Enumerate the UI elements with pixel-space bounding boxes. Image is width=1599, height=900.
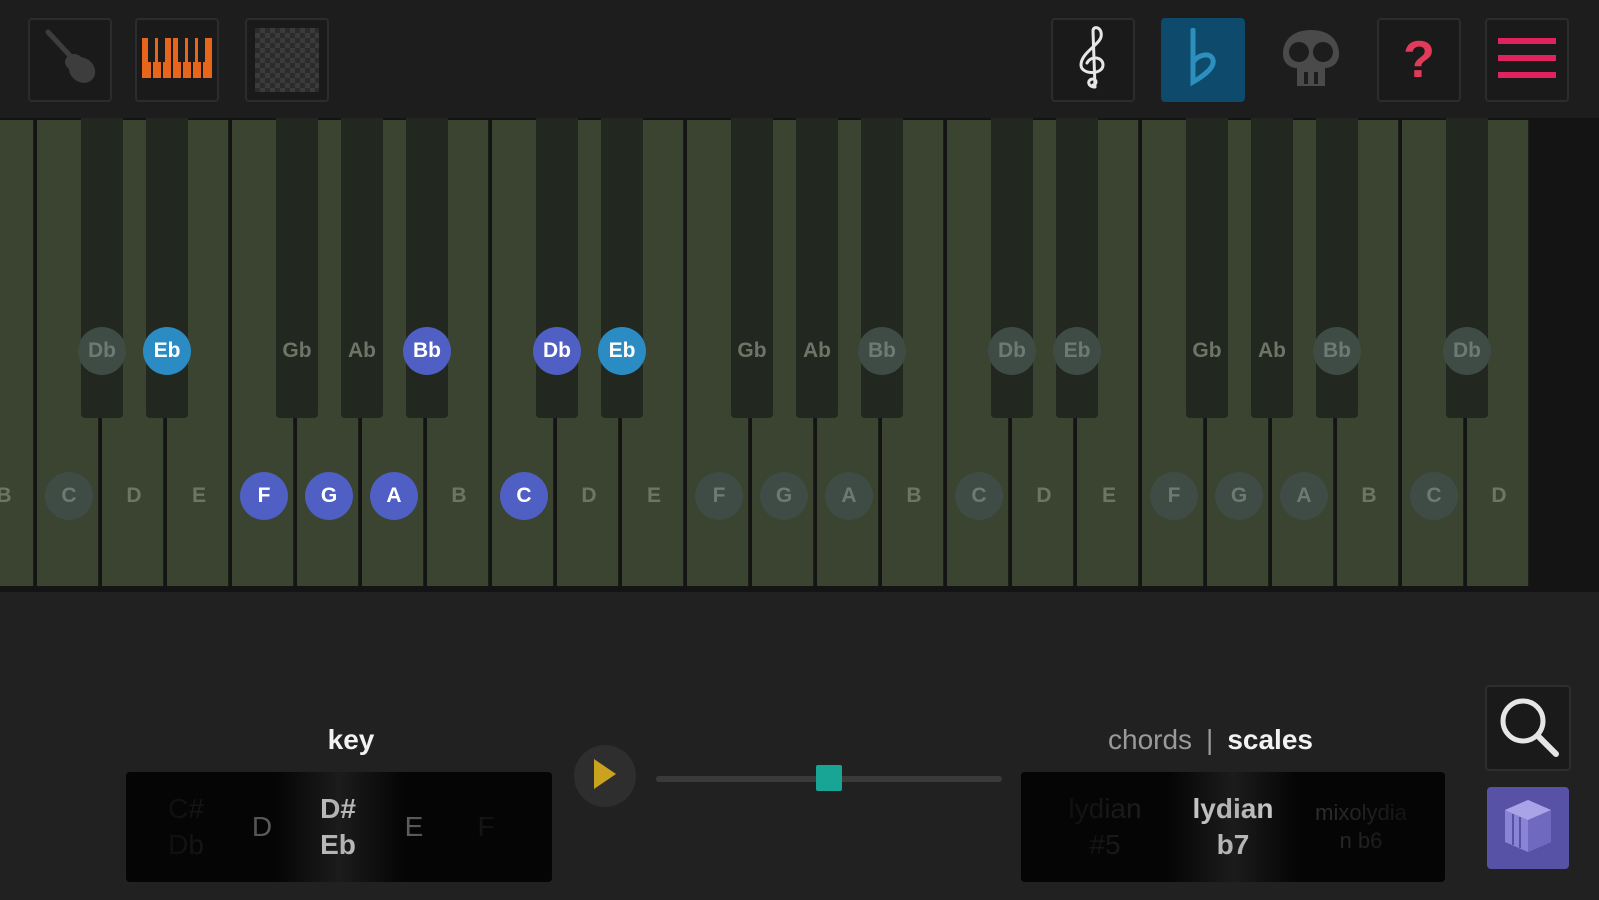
piano-view-button[interactable] bbox=[135, 18, 219, 102]
tab-chords[interactable]: chords bbox=[1108, 724, 1192, 755]
note-label-bb: Bb bbox=[858, 327, 906, 375]
note-label-d: D bbox=[1036, 484, 1052, 507]
tab-separator: | bbox=[1206, 724, 1214, 755]
help-button[interactable]: ? bbox=[1377, 18, 1461, 102]
hamburger-menu-icon bbox=[1498, 36, 1556, 85]
note-label-db: Db bbox=[533, 327, 581, 375]
note-label-a: A bbox=[825, 472, 873, 520]
piano-keyboard[interactable]: BbDbEbGbAbBbDbEbGbAbBbDbEbGbAbBbDbBCDEFG… bbox=[0, 118, 1599, 592]
note-label-db: Db bbox=[988, 327, 1036, 375]
guitar-view-button[interactable] bbox=[28, 18, 112, 102]
app-root: ? BbDbEbGbAbBbDbEbGbAbBbDbEbGbAbBbDbBCDE… bbox=[0, 0, 1599, 900]
piano-icon bbox=[142, 37, 212, 83]
skull-icon bbox=[1279, 26, 1343, 95]
note-label-eb: Eb bbox=[598, 327, 646, 375]
cube-button[interactable] bbox=[1487, 787, 1569, 869]
picker-shade bbox=[126, 772, 552, 882]
note-label-c: C bbox=[1410, 472, 1458, 520]
note-label-g: G bbox=[305, 472, 353, 520]
search-button[interactable] bbox=[1485, 685, 1571, 771]
cube-icon bbox=[1503, 798, 1553, 859]
grid-view-button[interactable] bbox=[245, 18, 329, 102]
checkerboard-icon bbox=[255, 28, 319, 92]
note-label-d: D bbox=[581, 484, 597, 507]
note-label-b: B bbox=[1361, 484, 1377, 507]
note-label-db: Db bbox=[78, 327, 126, 375]
note-label-ab: Ab bbox=[1258, 339, 1286, 362]
note-label-c: C bbox=[500, 472, 548, 520]
note-label-g: G bbox=[1215, 472, 1263, 520]
question-icon: ? bbox=[1403, 31, 1435, 89]
note-label-b: B bbox=[906, 484, 922, 507]
note-label-eb: Eb bbox=[1053, 327, 1101, 375]
treble-clef-icon bbox=[1073, 25, 1113, 96]
note-label-f: F bbox=[240, 472, 288, 520]
flat-icon bbox=[1183, 27, 1223, 93]
skull-button[interactable] bbox=[1269, 18, 1353, 102]
search-icon bbox=[1496, 694, 1560, 763]
note-label-c: C bbox=[955, 472, 1003, 520]
flat-button[interactable] bbox=[1161, 18, 1245, 102]
slider-thumb[interactable] bbox=[816, 765, 842, 791]
note-label-e: E bbox=[191, 484, 206, 507]
note-label-d: D bbox=[1491, 484, 1507, 507]
note-label-bb: Bb bbox=[403, 327, 451, 375]
key-label: key bbox=[327, 724, 375, 755]
play-icon bbox=[592, 757, 618, 796]
mode-tabs: chords | scales bbox=[1108, 724, 1358, 756]
tempo-slider[interactable] bbox=[656, 765, 1002, 791]
slider-fill bbox=[656, 776, 829, 782]
note-label-gb: Gb bbox=[737, 339, 767, 362]
note-label-g: G bbox=[760, 472, 808, 520]
scale-picker[interactable]: lydian#5lydianb7mixolydian b6 bbox=[1021, 772, 1445, 882]
note-label-f: F bbox=[695, 472, 743, 520]
note-label-ab: Ab bbox=[803, 339, 831, 362]
note-label-a: A bbox=[1280, 472, 1328, 520]
note-label-gb: Gb bbox=[282, 339, 312, 362]
note-label-c: C bbox=[45, 472, 93, 520]
note-label-e: E bbox=[1101, 484, 1116, 507]
note-label-a: A bbox=[370, 472, 418, 520]
note-label-eb: Eb bbox=[143, 327, 191, 375]
note-label-db: Db bbox=[1443, 327, 1491, 375]
key-picker[interactable]: C#DbDD#EbEF bbox=[126, 772, 552, 882]
menu-button[interactable] bbox=[1485, 18, 1569, 102]
play-button[interactable] bbox=[574, 745, 636, 807]
note-label-gb: Gb bbox=[1192, 339, 1222, 362]
note-label-d: D bbox=[126, 484, 142, 507]
note-label-e: E bbox=[646, 484, 661, 507]
note-label-b: B bbox=[451, 484, 467, 507]
note-label-bb: Bb bbox=[1313, 327, 1361, 375]
top-toolbar: ? bbox=[0, 0, 1599, 118]
guitar-icon bbox=[38, 26, 102, 95]
note-label-ab: Ab bbox=[348, 339, 376, 362]
clef-button[interactable] bbox=[1051, 18, 1135, 102]
tab-scales[interactable]: scales bbox=[1227, 724, 1313, 755]
note-label-f: F bbox=[1150, 472, 1198, 520]
picker-shade bbox=[1021, 772, 1445, 882]
